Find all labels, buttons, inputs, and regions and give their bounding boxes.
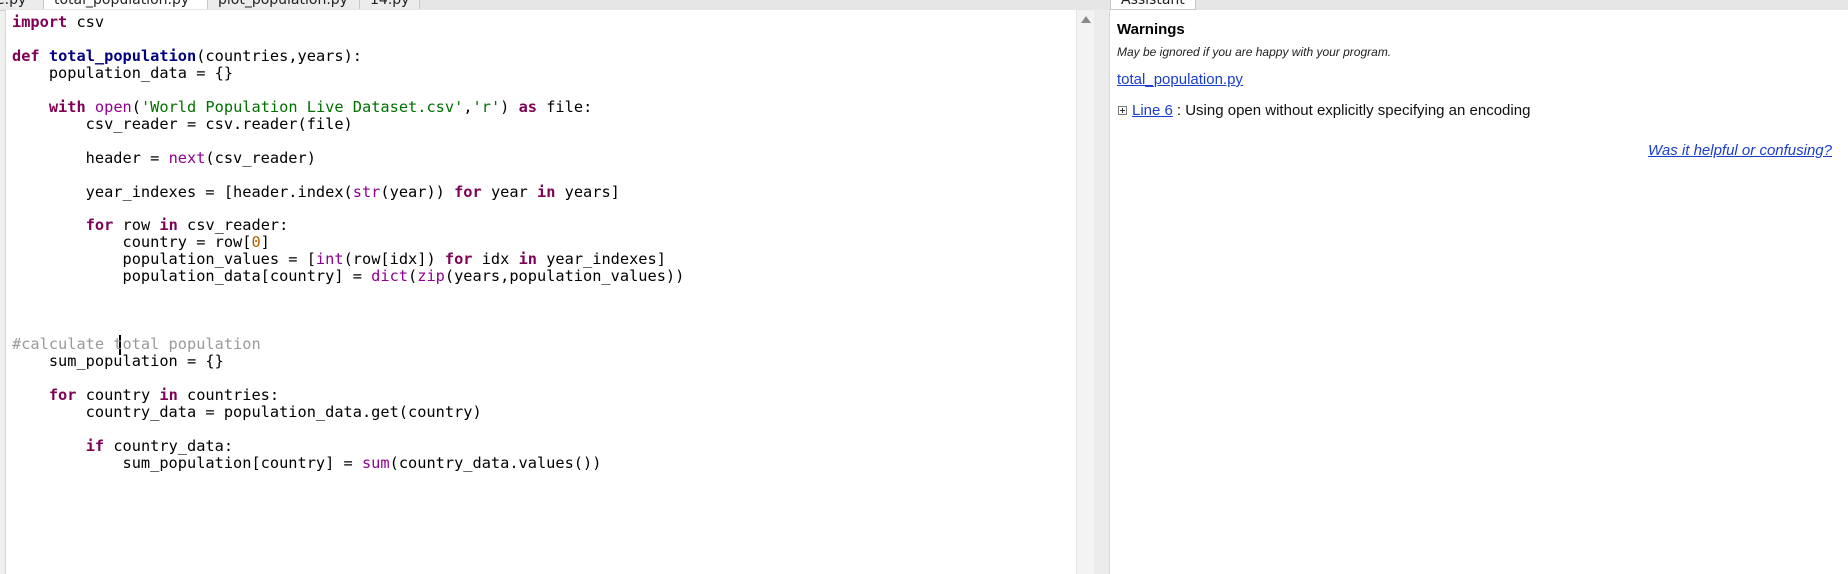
code-line: sum_population[country] = sum(country_da…	[12, 453, 602, 473]
code-token: country_data = population_data.get(count…	[12, 402, 482, 421]
code-token: header =	[12, 148, 169, 167]
code-line: country_data = population_data.get(count…	[12, 402, 482, 422]
code-token: str	[352, 182, 381, 201]
code-token: sum_population = {}	[12, 352, 224, 370]
code-token: years]	[555, 182, 620, 201]
code-token: ,	[463, 97, 473, 116]
warnings-note: May be ignored if you are happy with you…	[1117, 45, 1392, 59]
code-token: population_data[country] =	[12, 267, 372, 286]
code-token: file:	[537, 97, 593, 116]
code-line: import csv	[12, 12, 104, 32]
file-link[interactable]: total_population.py	[1117, 71, 1243, 88]
code-token: sum_population[country] =	[12, 453, 362, 472]
tab-assistant[interactable]: Assistant	[1110, 0, 1196, 10]
code-token: year_indexes = [header.index(	[12, 182, 353, 201]
pane-divider[interactable]	[1094, 10, 1109, 574]
code-token: csv	[67, 13, 105, 31]
code-token: 'r'	[472, 97, 501, 116]
code-token: dict	[371, 267, 409, 286]
code-token: (	[408, 267, 418, 286]
code-token: sum	[361, 453, 390, 472]
assistant-tab-strip: Assistant	[1100, 0, 1848, 10]
code-token: year	[481, 182, 537, 201]
feedback-link[interactable]: Was it helpful or confusing?	[1648, 142, 1832, 159]
editor-vertical-scrollbar[interactable]	[1076, 10, 1094, 574]
expand-plus-icon[interactable]	[1118, 106, 1127, 115]
code-line: population_data = {}	[12, 63, 233, 83]
code-token: (year))	[380, 182, 455, 201]
assistant-panel: Warnings May be ignored if you are happy…	[1109, 10, 1848, 574]
code-token: (country_data.values())	[389, 453, 602, 472]
code-token: as	[518, 97, 538, 116]
code-token: (csv_reader)	[205, 148, 316, 167]
tab-total-population[interactable]: total_population.py	[44, 0, 208, 9]
code-token: for	[454, 182, 482, 201]
tab-14-py[interactable]: 14.py	[360, 0, 420, 9]
code-token: next	[168, 148, 206, 167]
code-token: population_data = {}	[12, 63, 234, 82]
warnings-heading: Warnings	[1117, 21, 1185, 38]
code-token: csv_reader = csv.reader(file)	[12, 114, 353, 133]
warning-message: : Using open without explicitly specifyi…	[1176, 102, 1531, 119]
tab-plot-population[interactable]: plot_population.py	[208, 0, 360, 9]
code-token: import	[12, 13, 68, 31]
code-line: year_indexes = [header.index(str(year)) …	[12, 182, 620, 202]
line-6-link[interactable]: Line 6	[1132, 102, 1173, 119]
code-token: in	[537, 182, 556, 201]
code-token: )	[500, 97, 519, 116]
code-token: (years,population_values))	[444, 267, 685, 286]
code-line: csv_reader = csv.reader(file)	[12, 114, 353, 134]
code-editor[interactable]: import csv def total_population(countries…	[5, 10, 1077, 574]
warning-item: Line 6 : Using open without explicitly s…	[1118, 102, 1530, 119]
code-line: sum_population = {}	[12, 351, 224, 371]
scroll-up-arrow-icon[interactable]	[1081, 16, 1091, 23]
code-token: zip	[417, 267, 445, 286]
tab-e-py[interactable]: e.py	[0, 0, 44, 9]
code-line: header = next(csv_reader)	[12, 148, 316, 168]
code-line: population_data[country] = dict(zip(year…	[12, 266, 685, 286]
